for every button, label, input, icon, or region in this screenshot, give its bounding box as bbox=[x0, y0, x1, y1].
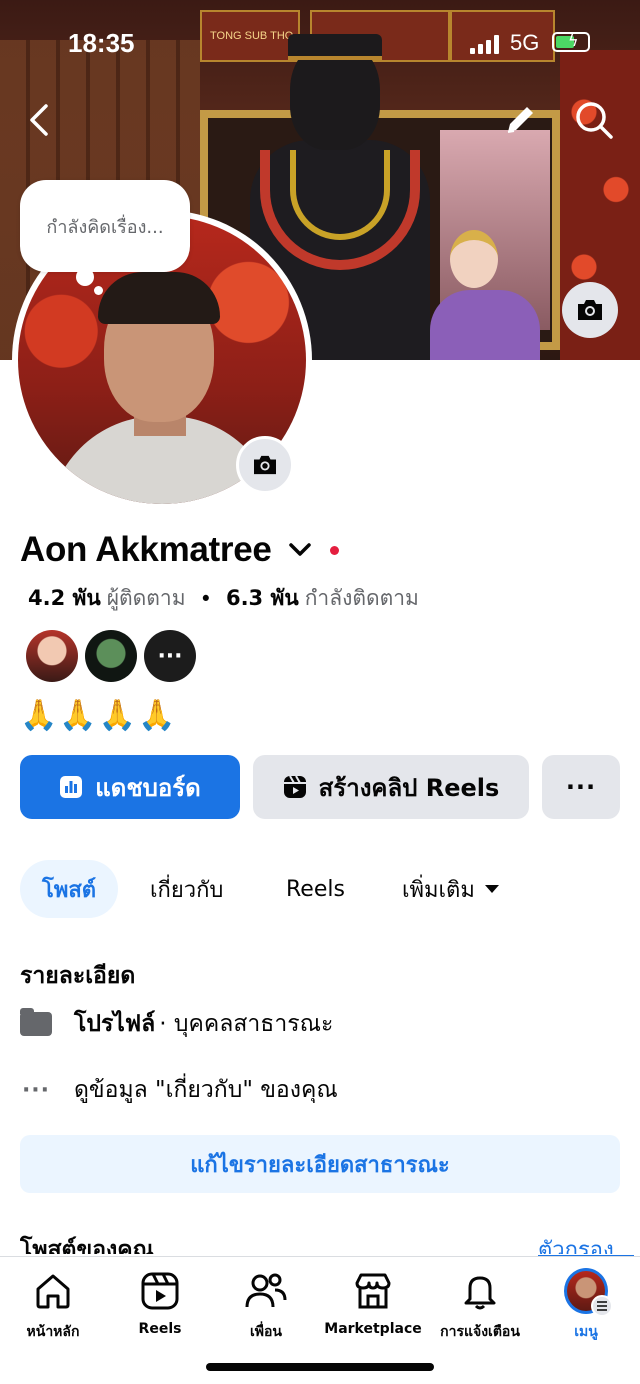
nav-reels[interactable]: Reels bbox=[105, 1269, 215, 1349]
bell-icon bbox=[464, 1276, 496, 1310]
profile-tabs: โพสต์ เกี่ยวกับ Reels เพิ่มเติม bbox=[20, 860, 620, 918]
dashboard-button[interactable]: แดชบอร์ด bbox=[20, 755, 240, 819]
profile-name: Aon Akkmatree bbox=[20, 530, 272, 569]
search-button[interactable] bbox=[572, 98, 616, 142]
nav-notifications-label: การแจ้งเตือน bbox=[440, 1324, 520, 1340]
reels-icon bbox=[141, 1272, 179, 1310]
friends-preview[interactable]: ··· bbox=[26, 630, 203, 682]
cover-camera-button[interactable] bbox=[562, 282, 618, 338]
details-title: รายละเอียด bbox=[20, 963, 136, 989]
bottom-navigation: หน้าหลัก Reels เพื่อน Marketplace การแจ้… bbox=[0, 1256, 640, 1384]
nav-home[interactable]: หน้าหลัก bbox=[0, 1269, 108, 1349]
camera-icon bbox=[578, 300, 602, 320]
follow-stats: 4.2 พัน ผู้ติดตาม • 6.3 พัน กำลังติดตาม bbox=[28, 582, 419, 615]
thought-bubble[interactable]: กำลังคิดเรื่อง... bbox=[20, 180, 190, 272]
tab-reels[interactable]: Reels bbox=[286, 860, 345, 918]
more-dots-icon: ··· bbox=[21, 1077, 51, 1103]
online-status-dot bbox=[329, 545, 339, 555]
your-posts-title: โพสต์ของคุณ bbox=[20, 1237, 154, 1254]
profile-type-label: โปรไฟล์ bbox=[74, 1011, 156, 1037]
friend-avatar[interactable] bbox=[26, 630, 78, 682]
tab-more[interactable]: เพิ่มเติม bbox=[402, 860, 499, 918]
status-bar: 18:35 5G ϟ bbox=[0, 24, 640, 64]
more-friends-button[interactable]: ··· bbox=[144, 630, 196, 682]
profile-type-value: · บุคคลสาธารณะ bbox=[159, 1011, 334, 1037]
nav-notifications[interactable]: การแจ้งเตือน bbox=[425, 1269, 535, 1349]
home-icon bbox=[36, 1274, 70, 1309]
nav-marketplace[interactable]: Marketplace bbox=[318, 1269, 428, 1349]
stats-separator: • bbox=[199, 586, 212, 611]
nav-marketplace-label: Marketplace bbox=[324, 1321, 422, 1337]
thought-bubble-tail bbox=[94, 286, 103, 295]
chevron-down-icon[interactable] bbox=[286, 536, 314, 564]
following-count[interactable]: 6.3 พัน bbox=[226, 582, 299, 615]
nav-friends-label: เพื่อน bbox=[250, 1324, 282, 1340]
chart-icon bbox=[59, 775, 83, 799]
about-link-text: ดูข้อมูล "เกี่ยวกับ" ของคุณ bbox=[74, 1077, 338, 1103]
more-options-label: ··· bbox=[565, 773, 597, 801]
detail-about-link[interactable]: ··· ดูข้อมูล "เกี่ยวกับ" ของคุณ bbox=[20, 1072, 338, 1108]
followers-count[interactable]: 4.2 พัน bbox=[28, 582, 101, 615]
home-indicator bbox=[206, 1363, 434, 1371]
friend-avatar[interactable] bbox=[85, 630, 137, 682]
nav-menu-label: เมนู bbox=[574, 1324, 598, 1340]
tab-about[interactable]: เกี่ยวกับ bbox=[150, 860, 223, 918]
nav-menu[interactable]: เมนู bbox=[531, 1268, 640, 1349]
status-time: 18:35 bbox=[68, 28, 135, 58]
back-button[interactable] bbox=[22, 100, 58, 140]
create-reels-button[interactable]: สร้างคลิป Reels bbox=[253, 755, 529, 819]
signal-icon bbox=[470, 34, 502, 54]
reels-icon bbox=[283, 775, 307, 799]
thought-bubble-tail bbox=[76, 268, 94, 286]
tab-posts[interactable]: โพสต์ bbox=[20, 860, 119, 918]
chevron-left-icon bbox=[30, 104, 48, 136]
pencil-icon bbox=[507, 107, 533, 133]
cover-figurine bbox=[420, 220, 540, 360]
battery-icon: ϟ bbox=[552, 31, 590, 52]
hamburger-icon bbox=[591, 1295, 613, 1317]
tab-more-label: เพิ่มเติม bbox=[402, 877, 475, 903]
caret-down-icon bbox=[484, 885, 499, 893]
search-icon bbox=[576, 102, 613, 139]
marketplace-icon bbox=[355, 1273, 391, 1309]
create-reels-label: สร้างคลิป Reels bbox=[318, 773, 500, 802]
dashboard-label: แดชบอร์ด bbox=[95, 773, 201, 802]
edit-public-details-button[interactable]: แก้ไขรายละเอียดสาธารณะ bbox=[20, 1135, 620, 1193]
menu-avatar bbox=[564, 1268, 613, 1317]
filter-link[interactable]: ตัวกรอง bbox=[538, 1232, 614, 1254]
detail-profile-type: โปรไฟล์ · บุคคลสาธารณะ bbox=[20, 1006, 333, 1042]
friends-icon bbox=[245, 1273, 287, 1308]
folder-icon bbox=[20, 1008, 52, 1036]
camera-icon bbox=[254, 455, 276, 475]
profile-name-row: Aon Akkmatree bbox=[20, 526, 339, 574]
avatar-camera-button[interactable] bbox=[236, 436, 294, 494]
nav-reels-label: Reels bbox=[138, 1321, 182, 1337]
network-label: 5G bbox=[510, 30, 540, 55]
nav-friends[interactable]: เพื่อน bbox=[211, 1269, 321, 1349]
following-label[interactable]: กำลังติดตาม bbox=[305, 582, 419, 615]
edit-public-details-label: แก้ไขรายละเอียดสาธารณะ bbox=[190, 1152, 450, 1178]
profile-bio: 🙏🙏🙏🙏 bbox=[20, 698, 178, 733]
nav-home-label: หน้าหลัก bbox=[26, 1324, 80, 1340]
thought-bubble-text: กำลังคิดเรื่อง... bbox=[46, 216, 164, 238]
edit-profile-button[interactable] bbox=[500, 100, 540, 140]
followers-label[interactable]: ผู้ติดตาม bbox=[107, 582, 186, 615]
more-options-button[interactable]: ··· bbox=[542, 755, 620, 819]
